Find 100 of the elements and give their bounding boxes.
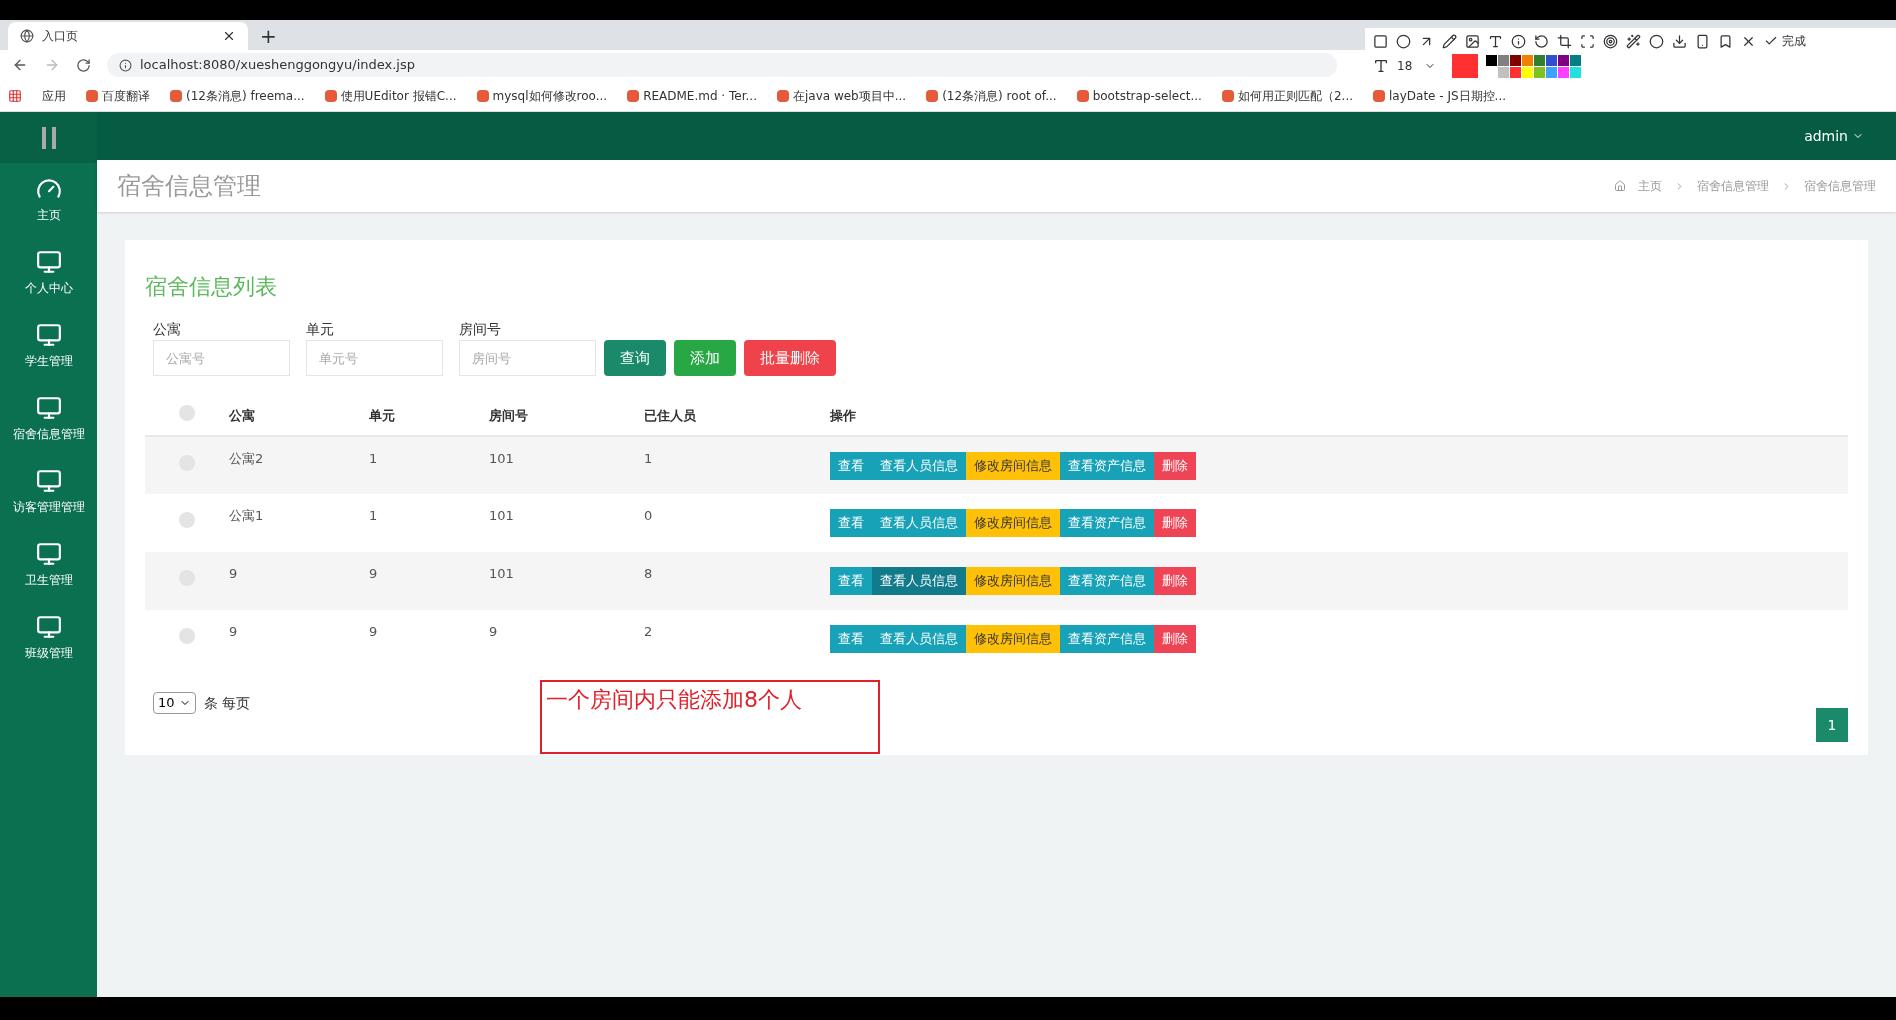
checkbox[interactable] bbox=[179, 512, 195, 529]
info-icon bbox=[119, 58, 132, 72]
row-action-button[interactable]: 删除 bbox=[1154, 567, 1196, 595]
table-cell: 101 bbox=[489, 436, 644, 494]
tool-icon[interactable] bbox=[1557, 33, 1572, 49]
tab-title: 入口页 bbox=[42, 28, 79, 45]
tool-icon[interactable] bbox=[1672, 33, 1687, 49]
row-action-button[interactable]: 修改房间信息 bbox=[966, 625, 1060, 653]
table-cell: 2 bbox=[644, 610, 830, 668]
reload-icon[interactable] bbox=[76, 57, 91, 73]
tool-icon[interactable] bbox=[1695, 33, 1710, 49]
color-palette[interactable] bbox=[1486, 54, 1582, 78]
row-action-button[interactable]: 删除 bbox=[1154, 625, 1196, 653]
bookmark-link[interactable]: bootstrap-select... bbox=[1076, 86, 1202, 105]
tool-icon[interactable] bbox=[1603, 33, 1618, 49]
url-text: localhost:8080/xueshenggongyu/index.jsp bbox=[140, 56, 415, 75]
current-color-swatch[interactable] bbox=[1452, 54, 1479, 78]
bookmark-link[interactable]: 如何用正则匹配（2... bbox=[1221, 86, 1353, 105]
sidebar-item[interactable]: 学生管理 bbox=[0, 309, 97, 382]
filter-label: 公寓 bbox=[153, 320, 182, 339]
page-title: 宿舍信息管理 bbox=[117, 171, 261, 202]
breadcrumb-link[interactable]: 主页 bbox=[1638, 177, 1662, 195]
back-icon[interactable] bbox=[12, 57, 28, 73]
bookmark-link[interactable]: (12条消息) root of... bbox=[926, 86, 1057, 105]
filter-label: 房间号 bbox=[459, 320, 502, 339]
home-icon bbox=[1614, 180, 1626, 192]
page-button[interactable]: 1 bbox=[1816, 708, 1848, 742]
row-action-button[interactable]: 查看人员信息 bbox=[872, 567, 966, 595]
row-action-button[interactable]: 修改房间信息 bbox=[966, 567, 1060, 595]
action-button[interactable]: 查询 bbox=[604, 340, 666, 376]
tool-icon[interactable] bbox=[1488, 33, 1503, 49]
bookmark-link[interactable]: mysql如何修改roo... bbox=[476, 86, 608, 105]
table-cell: 101 bbox=[489, 552, 644, 610]
table-cell: 9 bbox=[489, 610, 644, 668]
column-header: 已住人员 bbox=[644, 396, 830, 436]
action-button[interactable]: 添加 bbox=[674, 340, 736, 376]
bookmark-link[interactable]: 百度翻译 bbox=[86, 86, 150, 105]
done-button[interactable]: 完成 bbox=[1764, 32, 1806, 50]
bookmark-link[interactable]: README.md · Ter... bbox=[627, 86, 757, 105]
column-header: 房间号 bbox=[489, 396, 644, 436]
row-action-button[interactable]: 删除 bbox=[1154, 451, 1196, 480]
table-cell: 1 bbox=[369, 436, 489, 494]
card-title: 宿舍信息列表 bbox=[145, 273, 278, 301]
sidebar-item[interactable]: 宿舍信息管理 bbox=[0, 382, 97, 455]
table-cell: 1 bbox=[369, 494, 489, 552]
bookmark-link[interactable]: layDate - JS日期控... bbox=[1373, 86, 1507, 105]
filter-input[interactable]: 单元号 bbox=[306, 340, 443, 376]
row-action-button[interactable]: 删除 bbox=[1154, 509, 1196, 537]
close-icon[interactable] bbox=[222, 29, 236, 43]
sidebar-item[interactable]: 主页 bbox=[0, 163, 97, 236]
table-cell: 9 bbox=[369, 552, 489, 610]
table-cell: 9 bbox=[229, 610, 369, 668]
tool-icon[interactable] bbox=[1396, 33, 1411, 49]
sidebar-item[interactable]: 访客管理管理 bbox=[0, 455, 97, 528]
apps-icon[interactable] bbox=[8, 88, 22, 103]
monitor-icon bbox=[35, 467, 62, 494]
tool-icon[interactable] bbox=[1718, 33, 1733, 49]
page-size-select[interactable]: 10 bbox=[153, 692, 196, 714]
table-cell: 9 bbox=[229, 552, 369, 610]
row-action-button[interactable]: 修改房间信息 bbox=[966, 451, 1060, 480]
browser-tab[interactable]: 入口页 bbox=[8, 22, 248, 50]
bookmark-link[interactable]: (12条消息) freema... bbox=[170, 86, 305, 105]
column-header: 公寓 bbox=[229, 396, 369, 436]
table-cell: 8 bbox=[644, 552, 830, 610]
font-size-select[interactable]: 18 bbox=[1397, 57, 1437, 75]
tool-icon[interactable] bbox=[1649, 33, 1664, 49]
checkbox[interactable] bbox=[179, 628, 195, 645]
bookmark-link[interactable]: 使用UEditor 报错C... bbox=[324, 86, 457, 105]
sidebar-item[interactable]: 班级管理 bbox=[0, 601, 97, 674]
breadcrumb-link[interactable]: 宿舍信息管理 bbox=[1804, 177, 1876, 195]
tool-icon[interactable] bbox=[1511, 33, 1526, 49]
sidebar-item[interactable]: 个人中心 bbox=[0, 236, 97, 309]
table-cell: 公寓2 bbox=[229, 436, 369, 494]
bookmark-link[interactable]: 应用 bbox=[42, 86, 66, 105]
filter-input[interactable]: 公寓号 bbox=[153, 340, 290, 376]
tool-icon[interactable] bbox=[1626, 33, 1641, 49]
tool-icon[interactable] bbox=[1465, 33, 1480, 49]
new-tab-button[interactable]: + bbox=[260, 26, 277, 46]
bookmark-link[interactable]: 在java web项目中... bbox=[776, 86, 907, 105]
breadcrumb-link[interactable]: 宿舍信息管理 bbox=[1697, 177, 1769, 195]
sidebar-item[interactable]: 卫生管理 bbox=[0, 528, 97, 601]
row-action-button[interactable]: 修改房间信息 bbox=[966, 509, 1060, 537]
table-cell: 0 bbox=[644, 494, 830, 552]
table-cell: 101 bbox=[489, 494, 644, 552]
logo-icon bbox=[41, 126, 56, 149]
tool-icon[interactable] bbox=[1580, 33, 1595, 49]
filter-label: 单元 bbox=[306, 320, 335, 339]
user-menu[interactable]: admin bbox=[1804, 125, 1864, 147]
table-cell: 公寓1 bbox=[229, 494, 369, 552]
filter-input[interactable]: 房间号 bbox=[459, 340, 596, 376]
address-bar[interactable]: localhost:8080/xueshenggongyu/index.jsp bbox=[107, 53, 1337, 77]
checkbox[interactable] bbox=[179, 404, 195, 421]
tool-icon[interactable] bbox=[1534, 33, 1549, 49]
tool-icon[interactable] bbox=[1442, 33, 1457, 49]
action-button[interactable]: 批量删除 bbox=[744, 340, 836, 376]
text-size-icon bbox=[1373, 58, 1389, 74]
annotation-box: 一个房间内只能添加8个人 bbox=[540, 680, 880, 754]
tool-icon[interactable] bbox=[1373, 33, 1388, 49]
globe-icon bbox=[20, 29, 34, 43]
monitor-icon bbox=[35, 540, 62, 567]
